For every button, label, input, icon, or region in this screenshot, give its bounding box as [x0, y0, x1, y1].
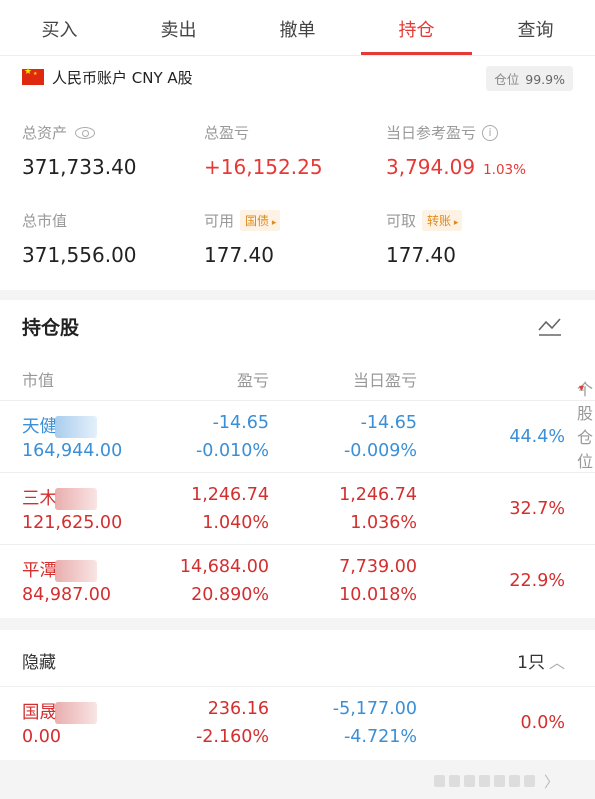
- stock-pnl-percent: -2.160%: [195, 727, 269, 747]
- stock-pnl: -14.65: [212, 413, 269, 433]
- stock-day-pnl: 7,739.00: [339, 557, 417, 577]
- info-icon[interactable]: i: [482, 124, 499, 141]
- withdrawable-label: 可取: [386, 212, 417, 230]
- trend-chart-icon[interactable]: [537, 316, 563, 338]
- trade-tabs: 买入 卖出 撤单 持仓 查询: [0, 0, 595, 56]
- day-pnl-value: 3,794.09: [386, 155, 476, 179]
- total-assets-label: 总资产: [22, 124, 68, 142]
- holding-row[interactable]: 平潭 84,987.00 14,684.00 20.890% 7,739.00 …: [0, 544, 595, 616]
- position-ratio-value: 99.9%: [525, 72, 565, 87]
- stock-day-pnl: -5,177.00: [332, 699, 417, 719]
- stock-day-pnl-percent: 1.036%: [350, 513, 417, 533]
- redacted-mask: [55, 702, 97, 724]
- holding-row[interactable]: 天健 164,944.00 -14.65 -0.010% -14.65 -0.0…: [0, 400, 595, 472]
- stock-weight: 22.9%: [509, 571, 565, 591]
- tab-positions[interactable]: 持仓: [357, 0, 476, 55]
- stock-market-value: 84,987.00: [22, 585, 112, 605]
- hidden-section-header[interactable]: 隐藏 1只 ︿: [0, 632, 595, 684]
- withdrawable-funds: 可取转账 177.40: [386, 210, 463, 267]
- market-value: 总市值 371,556.00: [22, 210, 137, 267]
- available-label: 可用: [204, 212, 235, 230]
- stock-weight: 44.4%: [509, 427, 565, 447]
- stock-pnl: 14,684.00: [179, 557, 269, 577]
- redacted-mask: [55, 416, 97, 438]
- redacted-mask: [55, 488, 97, 510]
- stock-day-pnl-percent: -0.009%: [343, 441, 417, 461]
- market-value-label: 总市值: [22, 212, 68, 230]
- market-value-value: 371,556.00: [22, 243, 137, 267]
- stock-weight: 0.0%: [520, 713, 565, 733]
- column-pnl[interactable]: 盈亏: [237, 367, 269, 391]
- stock-day-pnl: -14.65: [360, 413, 417, 433]
- total-assets-value: 371,733.40: [22, 155, 137, 179]
- china-flag-icon: [22, 67, 44, 85]
- asset-summary: 总资产 371,733.40 总盈亏 +16,152.25 当日参考盈亏 i 3,…: [0, 100, 595, 290]
- column-market-value[interactable]: 市值: [22, 367, 54, 391]
- transfer-link[interactable]: 转账: [422, 210, 463, 231]
- account-name: 人民币账户 CNY A股: [52, 68, 193, 87]
- total-pnl: 总盈亏 +16,152.25: [204, 122, 323, 179]
- stock-day-pnl-percent: -4.721%: [343, 727, 417, 747]
- position-ratio-badge: 仓位 99.9%: [486, 66, 573, 91]
- section-divider: [0, 290, 595, 300]
- holdings-title: 持仓股: [22, 316, 80, 339]
- stock-pnl-percent: -0.010%: [195, 441, 269, 461]
- total-pnl-label: 总盈亏: [204, 124, 250, 142]
- day-pnl: 当日参考盈亏 i 3,794.09 1.03%: [386, 122, 526, 179]
- stock-market-value: 0.00: [22, 727, 61, 747]
- account-bar[interactable]: 人民币账户 CNY A股 仓位 99.9%: [0, 56, 595, 98]
- stock-pnl: 1,246.74: [191, 485, 269, 505]
- holdings-header: 持仓股: [0, 300, 595, 352]
- column-day-pnl[interactable]: 当日盈亏: [353, 367, 417, 391]
- stock-name: 天健: [22, 417, 57, 437]
- hidden-holding-row[interactable]: 国晟 0.00 236.16 -2.160% -5,177.00 -4.721%…: [0, 686, 595, 758]
- section-divider: [0, 618, 595, 630]
- stock-name: 三木: [22, 489, 57, 509]
- day-pnl-label: 当日参考盈亏: [386, 124, 477, 142]
- day-pnl-percent: 1.03%: [483, 162, 526, 178]
- stock-pnl: 236.16: [207, 699, 269, 719]
- available-funds: 可用国债 177.40: [204, 210, 281, 267]
- stock-pnl-percent: 20.890%: [191, 585, 269, 605]
- total-pnl-value: +16,152.25: [204, 155, 323, 179]
- tab-cancel-order[interactable]: 撤单: [238, 0, 357, 55]
- stock-weight: 32.7%: [509, 499, 565, 519]
- stock-pnl-percent: 1.040%: [202, 513, 269, 533]
- tab-buy[interactable]: 买入: [0, 0, 119, 55]
- stock-name: 国晟: [22, 703, 57, 723]
- total-assets: 总资产 371,733.40: [22, 122, 137, 179]
- hidden-count: 1只: [517, 653, 545, 673]
- holding-row[interactable]: 三木 121,625.00 1,246.74 1.040% 1,246.74 1…: [0, 472, 595, 544]
- hidden-title: 隐藏: [22, 653, 56, 673]
- tab-query[interactable]: 查询: [476, 0, 595, 55]
- holdings-column-header: 市值 盈亏 当日盈亏 个股仓位 ▴ ▾: [0, 358, 595, 471]
- redacted-mask: [55, 560, 97, 582]
- eye-icon[interactable]: [75, 126, 96, 139]
- chevron-right-icon[interactable]: 〉: [544, 771, 559, 792]
- treasury-bond-link[interactable]: 国债: [240, 210, 281, 231]
- available-value: 177.40: [204, 243, 274, 267]
- stock-market-value: 121,625.00: [22, 513, 123, 533]
- withdrawable-value: 177.40: [386, 243, 456, 267]
- position-ratio-label: 仓位: [494, 72, 520, 87]
- footer-bar: 〉: [0, 760, 595, 799]
- tab-sell[interactable]: 卖出: [119, 0, 238, 55]
- stock-day-pnl: 1,246.74: [339, 485, 417, 505]
- stock-name: 平潭: [22, 561, 57, 581]
- stock-market-value: 164,944.00: [22, 441, 123, 461]
- stock-day-pnl-percent: 10.018%: [339, 585, 417, 605]
- watermark-mask: [434, 775, 535, 787]
- chevron-up-icon[interactable]: ︿: [549, 653, 565, 672]
